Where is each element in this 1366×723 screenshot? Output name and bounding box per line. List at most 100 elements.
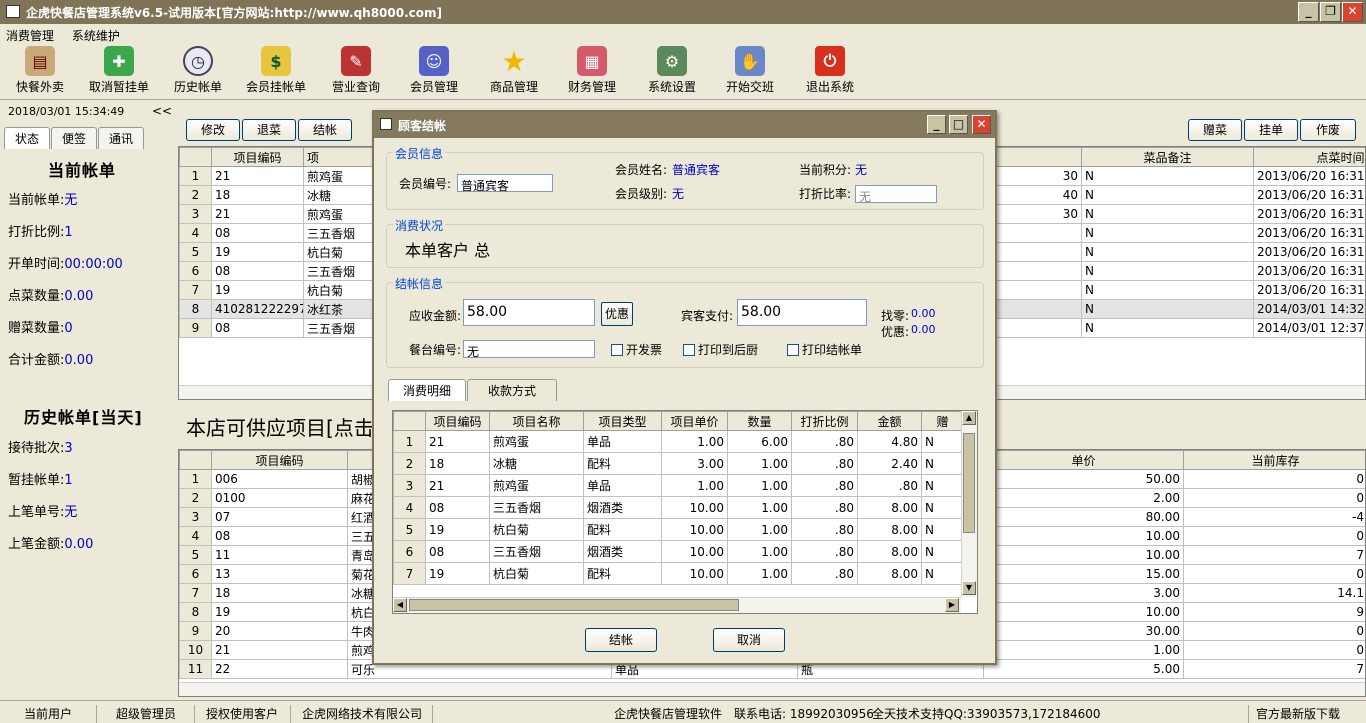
col-header[interactable]: 单价 [983,450,1184,470]
col-header[interactable]: 数量 [727,411,792,431]
dialog-title: 顾客结帐 [398,119,447,133]
col-header[interactable]: 金额 [857,411,922,431]
table-row[interactable]: 7 19 杭白菊 配料 10.00 1.00.80 8.00 N [393,562,964,585]
coupon-button[interactable]: 优惠 [601,302,633,326]
exit-system-button[interactable]: ⏻ 退出系统 [802,46,858,98]
col-header[interactable]: 项目编码 [425,411,490,431]
print-kitchen-checkbox[interactable]: 打印到后厨 [683,341,758,358]
close-button[interactable]: ✕ [1342,2,1363,22]
history-bill-button[interactable]: ◷ 历史帐单 [170,46,226,98]
col-header[interactable]: 项目名称 [489,411,584,431]
col-header[interactable]: 当前库存 [1183,450,1365,470]
detail-grid-vscrollbar[interactable]: ▲ ▼ [961,411,977,597]
scroll-thumb[interactable] [963,433,975,533]
scroll-thumb[interactable] [409,599,739,611]
scroll-down-icon[interactable]: ▼ [962,581,976,595]
cancel-hold-button[interactable]: ✚ 取消暂挂单 [86,46,152,98]
paid-input[interactable]: 58.00 [737,299,867,326]
power-icon: ⏻ [815,46,845,76]
gift-dish-button[interactable]: 赠菜 [1188,119,1242,141]
business-query-button[interactable]: ✎ 营业查询 [328,46,384,98]
menu-consumption[interactable]: 消费管理 [6,29,54,43]
void-button[interactable]: 作废 [1300,119,1356,141]
current-bill-row: 当前帐单:无 [8,193,78,208]
current-user-value: 超级管理员 [116,707,177,721]
discount-rate-input[interactable]: 无 [855,185,937,204]
supply-grid-hscrollbar[interactable] [179,682,1365,696]
last-amount-row: 上笔金额:0.00 [8,537,94,552]
clock-icon: ◷ [183,46,213,76]
last-bill-no-row: 上笔单号:无 [8,505,78,520]
table-row[interactable]: 6 08 三五香烟 烟酒类 10.00 1.00.80 8.00 N [393,540,964,563]
detail-grid[interactable]: 项目编码 项目名称 项目类型 项目单价 数量 打折比例 金额 赠 1 21 煎鸡蛋单… [392,410,978,614]
history-bill-heading: 历史帐单[当天] [24,408,143,427]
detail-grid-hscrollbar[interactable]: ◀ ▶ [393,597,961,613]
finance-icon: ▦ [577,46,607,76]
change-label: 找零: [881,309,910,323]
table-row[interactable]: 1 21 煎鸡蛋 单品 1.00 6.00.80 4.80 N [393,430,964,453]
member-icon: ☺ [419,46,449,76]
col-header[interactable]: 项目类型 [583,411,662,431]
dialog-close-button[interactable]: ✕ [972,115,991,134]
tab-status[interactable]: 状态 [4,127,51,149]
discount-rate-label: 打折比率: [799,187,852,201]
consumption-summary: 本单客户 总 [405,241,491,260]
tab-messages[interactable]: 通讯 [98,127,145,149]
license-label: 授权使用客户 [206,707,279,721]
shift-handover-button[interactable]: ✋ 开始交班 [722,46,778,98]
finance-manage-button[interactable]: ▦ 财务管理 [564,46,620,98]
col-header[interactable]: 项目单价 [661,411,728,431]
discount-amount-value: 0.00 [911,323,936,336]
col-header[interactable]: 项目编码 [211,450,348,470]
dialog-minimize-button[interactable]: _ [927,115,946,134]
discount-amount-label: 优惠: [881,325,910,339]
tab-detail[interactable]: 消费明细 [388,379,467,401]
restore-button[interactable]: ❐ [1320,2,1341,22]
hold-bill-button[interactable]: 挂单 [1244,119,1298,141]
menu-system[interactable]: 系统维护 [72,29,120,43]
receivable-input[interactable]: 58.00 [463,299,595,326]
member-no-input[interactable]: 普通宾客 [457,174,553,193]
star-icon: ★ [501,44,527,78]
table-row[interactable]: 2 18 冰糖 配料 3.00 1.00.80 2.40 N [393,452,964,475]
total-amount-row: 合计金额:0.00 [8,353,94,368]
edit-button[interactable]: 修改 [186,119,240,141]
scroll-right-icon[interactable]: ▶ [945,598,959,612]
tab-payment[interactable]: 收款方式 [467,379,558,401]
dialog-maximize-button[interactable]: □ [949,115,968,134]
tool-label: 取消暂挂单 [88,80,149,94]
print-bill-checkbox[interactable]: 打印结帐单 [787,341,862,358]
system-settings-button[interactable]: ⚙ 系统设置 [644,46,700,98]
tool-label: 退出系统 [805,80,854,94]
col-header[interactable]: 打折比例 [791,411,858,431]
return-dish-button[interactable]: 退菜 [242,119,296,141]
minimize-button[interactable]: _ [1298,2,1319,22]
download-link[interactable]: 官方最新版下载 [1256,705,1340,722]
col-header[interactable]: 项目编码 [211,147,304,167]
collapse-icon[interactable]: << [152,104,172,118]
invoice-checkbox[interactable]: 开发票 [611,341,662,358]
takeout-button[interactable]: ▤ 快餐外卖 [12,46,68,98]
product-manage-button[interactable]: ★ 商品管理 [486,44,542,98]
checkout-info-group: 结帐信息 应收金额: 58.00 优惠 宾客支付: 58.00 找零: 0.00… [386,275,984,368]
phone-text: 联系电话: 18992030956 [734,707,874,721]
scroll-up-icon[interactable]: ▲ [962,411,976,425]
member-manage-button[interactable]: ☺ 会员管理 [406,46,462,98]
table-row[interactable]: 5 19 杭白菊 配料 10.00 1.00.80 8.00 N [393,518,964,541]
menu-bar: 消费管理 系统维护 [0,24,1366,44]
col-header[interactable]: 点菜时间 [1253,147,1365,167]
checkout-button[interactable]: 结帐 [298,119,352,141]
table-row[interactable]: 3 21 煎鸡蛋 单品 1.00 1.00.80.80 N [393,474,964,497]
left-panel: 2018/03/01 15:34:49 << 状态 便签 通讯 当前帐单 当前帐单:… [0,100,178,698]
scroll-left-icon[interactable]: ◀ [393,598,407,612]
col-header[interactable]: 赠 [921,411,964,431]
member-hold-button[interactable]: $ 会员挂帐单 [244,46,308,98]
cancel-button[interactable]: 取消 [713,628,785,652]
confirm-checkout-button[interactable]: 结帐 [585,628,657,652]
receivable-label: 应收金额: [409,309,462,323]
table-no-input[interactable]: 无 [463,340,595,359]
tool-label: 营业查询 [331,80,380,94]
tab-notes[interactable]: 便签 [51,127,98,149]
col-header[interactable]: 菜品备注 [1081,147,1254,167]
table-row[interactable]: 4 08 三五香烟 烟酒类 10.00 1.00.80 8.00 N [393,496,964,519]
